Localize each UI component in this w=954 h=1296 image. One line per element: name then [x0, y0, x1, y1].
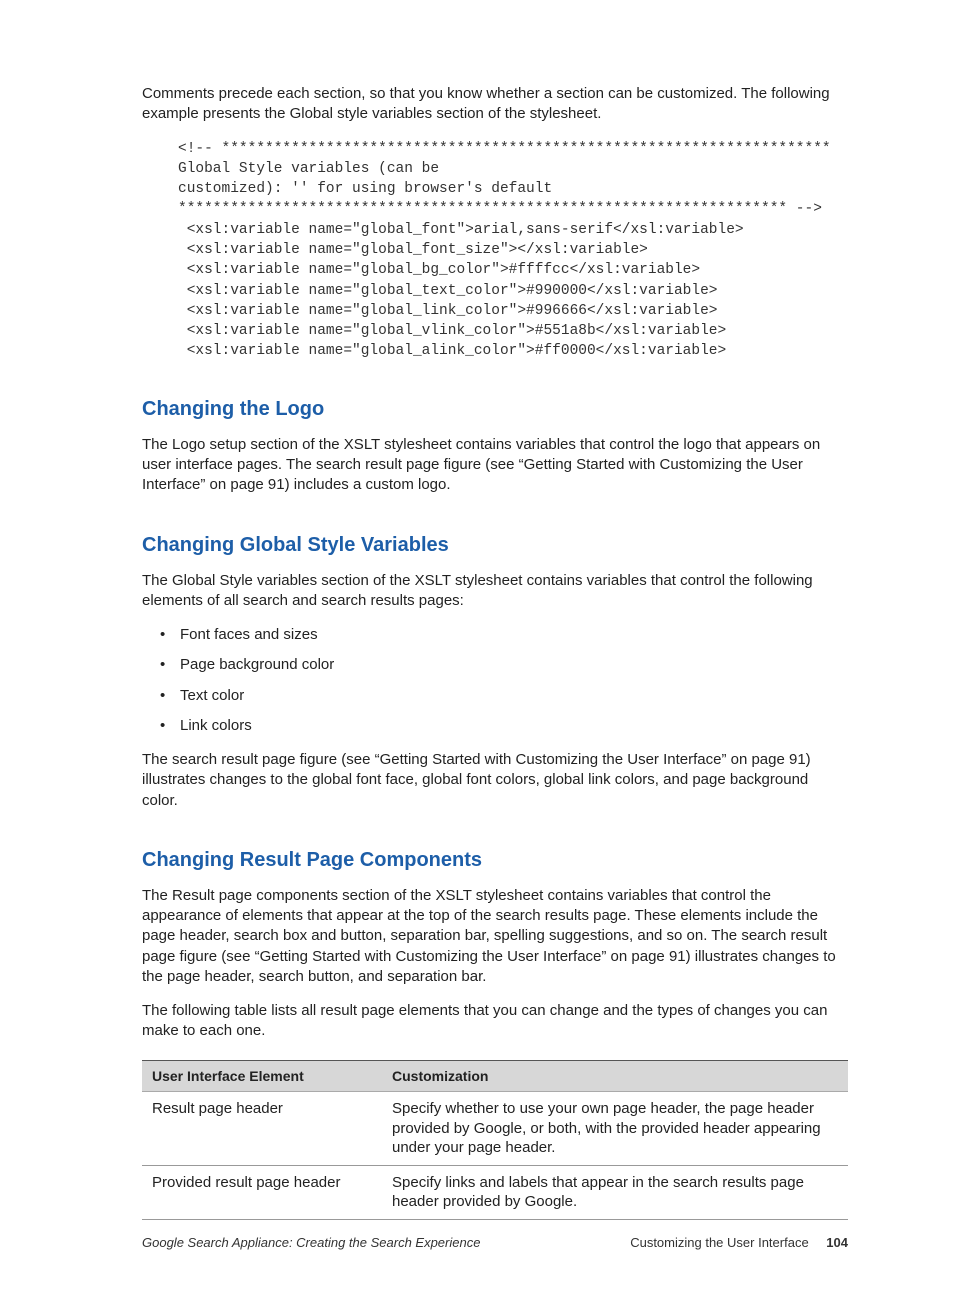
- page-number: 104: [826, 1235, 848, 1250]
- table-row: Result page header Specify whether to us…: [142, 1092, 848, 1166]
- list-item: Link colors: [160, 716, 848, 736]
- list-item: Text color: [160, 686, 848, 706]
- footer-doc-title: Google Search Appliance: Creating the Se…: [142, 1234, 480, 1252]
- list-item: Font faces and sizes: [160, 625, 848, 645]
- table-row: Provided result page header Specify link…: [142, 1165, 848, 1219]
- section-changing-logo: Changing the Logo The Logo setup section…: [142, 396, 848, 496]
- table-cell: Result page header: [142, 1092, 382, 1166]
- code-sample: <!-- ***********************************…: [178, 139, 848, 362]
- section-result-components: Changing Result Page Components The Resu…: [142, 847, 848, 1220]
- section-body: The Result page components section of th…: [142, 886, 848, 987]
- footer-section: Customizing the User Interface 104: [630, 1234, 848, 1252]
- intro-paragraph: Comments precede each section, so that y…: [142, 84, 848, 125]
- section-body: The Logo setup section of the XSLT style…: [142, 435, 848, 496]
- table-header-customization: Customization: [382, 1060, 848, 1092]
- table-header-element: User Interface Element: [142, 1060, 382, 1092]
- list-item: Page background color: [160, 655, 848, 675]
- table-cell: Specify links and labels that appear in …: [382, 1165, 848, 1219]
- table-cell: Provided result page header: [142, 1165, 382, 1219]
- section-body: The Global Style variables section of th…: [142, 571, 848, 612]
- section-body: The following table lists all result pag…: [142, 1001, 848, 1042]
- section-body: The search result page figure (see “Gett…: [142, 750, 848, 811]
- page-footer: Google Search Appliance: Creating the Se…: [142, 1234, 848, 1252]
- heading-global-style: Changing Global Style Variables: [142, 532, 848, 559]
- heading-result-components: Changing Result Page Components: [142, 847, 848, 874]
- table-cell: Specify whether to use your own page hea…: [382, 1092, 848, 1166]
- heading-changing-logo: Changing the Logo: [142, 396, 848, 423]
- bullet-list: Font faces and sizes Page background col…: [160, 625, 848, 736]
- section-global-style: Changing Global Style Variables The Glob…: [142, 532, 848, 811]
- customization-table: User Interface Element Customization Res…: [142, 1060, 848, 1220]
